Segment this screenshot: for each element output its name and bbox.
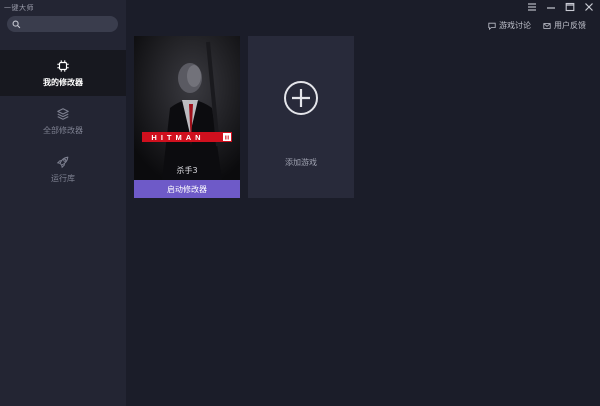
launch-trainer-button[interactable]: 启动修改器 [134,180,240,198]
chat-icon [488,22,496,30]
poster-badge: III [225,136,230,142]
close-icon[interactable] [584,2,594,12]
search-icon [12,20,21,28]
maximize-icon[interactable] [565,2,575,12]
sidebar-item-runtime[interactable]: 运行库 [0,146,126,192]
add-game-card[interactable]: 添加游戏 [248,36,354,198]
header-links: 游戏讨论 用户反馈 [488,20,586,31]
sidebar-item-label: 全部修改器 [43,125,83,135]
add-icon [284,81,318,115]
search-input[interactable] [24,19,114,29]
game-poster: HITMAN III 杀手3 [134,36,240,180]
minimize-icon[interactable] [546,2,556,12]
game-card[interactable]: HITMAN III 杀手3 启动修改器 [134,36,240,198]
search-box[interactable] [7,16,118,32]
rocket-icon [56,156,69,168]
game-name: 杀手3 [176,165,197,175]
layers-icon [57,107,69,120]
add-game-label: 添加游戏 [285,158,317,167]
user-feedback-label: 用户反馈 [554,21,586,30]
chip-icon [57,59,69,72]
sidebar-item-label: 我的修改器 [43,77,83,87]
sidebar-item-my-trainers[interactable]: 我的修改器 [0,50,126,96]
user-feedback-link[interactable]: 用户反馈 [543,20,586,31]
game-discussion-label: 游戏讨论 [499,21,531,30]
sidebar: 一键大师 我的修改器 全部修改器 运行库 [0,0,126,406]
mail-icon [543,22,551,29]
game-discussion-link[interactable]: 游戏讨论 [488,20,531,31]
poster-title: HITMAN [151,133,204,142]
app-title: 一键大师 [4,4,34,12]
menu-icon[interactable] [527,2,537,12]
sidebar-item-label: 运行库 [51,173,75,183]
window-controls [527,2,594,12]
sidebar-item-all-trainers[interactable]: 全部修改器 [0,98,126,144]
